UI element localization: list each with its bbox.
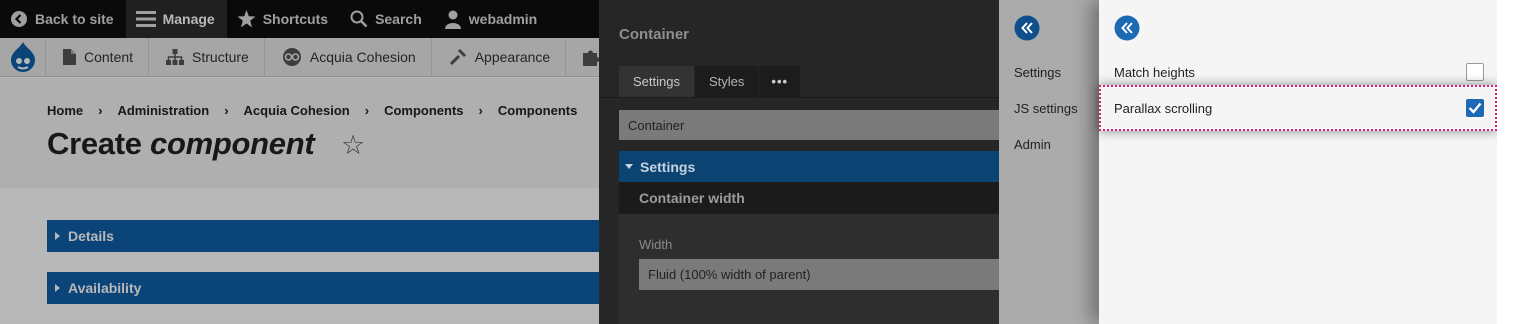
element-name-input[interactable]: Container xyxy=(619,110,999,140)
modal-tabs: Settings Styles ••• xyxy=(619,66,801,97)
js-settings-panel: Match heights Parallax scrolling xyxy=(1099,0,1497,324)
match-heights-checkbox[interactable] xyxy=(1466,63,1484,81)
tab-settings[interactable]: Settings xyxy=(619,66,694,97)
modal-title: Container xyxy=(619,26,690,43)
match-heights-label: Match heights xyxy=(1114,65,1195,80)
settings-section-toggle[interactable]: Settings xyxy=(619,151,999,182)
width-label: Width xyxy=(639,237,673,252)
settings-sidenav: Settings JS settings Admin xyxy=(999,0,1099,324)
collapse-left-icon[interactable] xyxy=(1014,15,1040,41)
triangle-down-icon xyxy=(625,164,633,169)
divider xyxy=(599,97,999,98)
sidenav-item-settings[interactable]: Settings xyxy=(1014,65,1061,80)
highlight-outline xyxy=(1099,85,1497,131)
sidenav-item-js-settings[interactable]: JS settings xyxy=(1014,101,1078,116)
page-margin xyxy=(1497,0,1517,324)
container-modal: Container Settings Styles ••• Container … xyxy=(599,0,999,324)
sidenav-item-admin[interactable]: Admin xyxy=(1014,137,1051,152)
tab-styles[interactable]: Styles xyxy=(694,66,759,97)
collapse-left-icon[interactable] xyxy=(1114,15,1140,41)
settings-section-label: Settings xyxy=(640,158,696,175)
width-select[interactable]: Fluid (100% width of parent) xyxy=(639,259,999,290)
container-width-header: Container width xyxy=(619,182,999,214)
more-tabs-icon[interactable]: ••• xyxy=(759,66,801,97)
